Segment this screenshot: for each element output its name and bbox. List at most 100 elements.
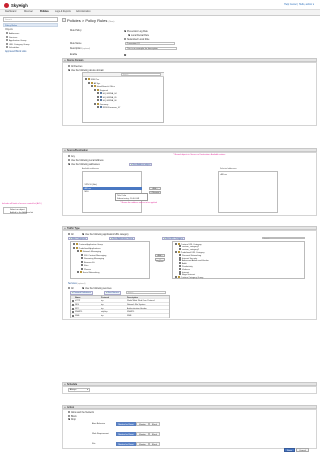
url-tree-item[interactable]: Custom Category Group: [175, 276, 203, 279]
device-domain-option-all[interactable]: All Devices: [68, 64, 82, 67]
action-option-block[interactable]: Block: [68, 414, 77, 417]
table-row[interactable]: HTTP tcp World Wide Web Over Protocol: [71, 299, 169, 303]
web-monitor-button[interactable]: Monitor: [136, 432, 149, 436]
table-row[interactable]: SMB tcp SMB: [71, 315, 169, 318]
app-tree-item[interactable]: Streaming Messaging: [81, 257, 104, 260]
address-list-item[interactable]: All Lan: [85, 188, 91, 190]
app-tree-item[interactable]: SSL Content Messaging: [81, 253, 106, 256]
device-tree-item[interactable]: HQ-SWIVA_04: [97, 92, 117, 95]
sidebar-item-addresses[interactable]: Addresses: [6, 32, 19, 35]
tab-discover[interactable]: Discover: [24, 11, 33, 13]
rule-policy-option-3[interactable]: Networked Local Rule: [124, 38, 149, 41]
tab-administration[interactable]: Administration: [76, 11, 91, 13]
tab-logs-reports[interactable]: Logs & Reports: [55, 11, 71, 13]
app-tree-item[interactable]: Files: [81, 264, 88, 267]
sidebar-item-application-group[interactable]: Application Group: [6, 39, 26, 42]
back-button[interactable]: [62, 18, 66, 22]
enable-label: Enable: [70, 54, 78, 56]
alert-monitor-button[interactable]: Monitor: [136, 422, 149, 426]
selected-address-item[interactable]: All Lan: [221, 174, 227, 176]
tab-dashboard[interactable]: Dashboard: [5, 11, 16, 13]
cancel-button[interactable]: Cancel: [296, 448, 309, 452]
save-button[interactable]: Save: [284, 448, 295, 452]
address-list-item[interactable]: VPN 16 (Net): [85, 184, 97, 186]
app-tree-item[interactable]: Social Networking: [77, 271, 99, 274]
protocol-definitions-button[interactable]: +Protocol Definitions: [70, 291, 93, 295]
app-tree-item[interactable]: Custom Application Group: [73, 243, 103, 246]
new-service-button[interactable]: +New Service: [104, 291, 121, 295]
alert-block-button[interactable]: Block: [149, 422, 160, 426]
action-option-allow[interactable]: Allow and the Network: [68, 411, 94, 414]
device-tree-item[interactable]: HQ-SWIVA_05: [97, 95, 117, 98]
alert-monitor-reset-button[interactable]: Monitor for Reset: [116, 422, 136, 426]
device-domain-option-specific[interactable]: Use the following device domain: [68, 68, 104, 71]
rule-policy-label: Rule Policy: [70, 30, 82, 32]
table-row[interactable]: RPC tcp Authentication Header: [71, 307, 169, 311]
column-header-name[interactable]: Name: [75, 297, 80, 299]
table-row[interactable]: SNMPD udp/tcp SNMPD: [71, 311, 169, 314]
traffic-add-button[interactable]: Add >: [155, 254, 165, 257]
app-tree-item[interactable]: Predefined Applications: [73, 246, 101, 249]
address-list-selection: [83, 187, 143, 191]
web-block-button[interactable]: Block: [149, 432, 160, 436]
rule-name-field[interactable]: Prevention 01: [125, 42, 175, 46]
services-option-specific[interactable]: Use the following services: [82, 287, 112, 290]
rule-policy-option-2[interactable]: Local Denial Rule: [128, 34, 149, 37]
address-list-item[interactable]: MDL: [85, 191, 89, 193]
file-monitor-button[interactable]: Monitor: [136, 442, 149, 446]
description-field[interactable]: This is an example for description: [125, 47, 177, 51]
add-address-button[interactable]: Add >: [149, 187, 161, 190]
source-annotation-left: Includes all kinds of access control lis…: [2, 203, 42, 205]
device-tree-item[interactable]: Head Branch Office: [91, 85, 115, 88]
file-label: File: [92, 443, 96, 445]
schedule-select[interactable]: Always ▾: [68, 388, 90, 392]
new-address-object-button[interactable]: +New Address object: [129, 162, 153, 166]
column-header-description[interactable]: Description: [127, 297, 138, 299]
sidebar-item-approved-block-lists[interactable]: Approved Block Lists: [5, 51, 26, 53]
rule-policy-radio-3[interactable]: [124, 38, 127, 41]
file-block-button[interactable]: Block: [149, 442, 160, 446]
app-tree-item[interactable]: Network Messaging: [77, 250, 101, 253]
source-option-default[interactable]: Use the following Local Address: [68, 159, 104, 162]
rule-policy-radio-2[interactable]: [128, 34, 131, 37]
web-monitor-reset-button[interactable]: Monitor for Reset: [116, 432, 136, 436]
file-monitor-reset-button[interactable]: Monitor for Reset: [116, 442, 136, 446]
available-addresses-label: Available addresses: [82, 168, 99, 170]
new-application-group-button[interactable]: +New Application Group: [109, 236, 136, 240]
source-annotation-mid: * Shows the address entries to be applie…: [120, 202, 157, 204]
sidebar-item-url-category-group[interactable]: URL Category Group: [6, 42, 29, 45]
remove-address-button[interactable]: < Remove: [149, 191, 161, 194]
device-tree-item[interactable]: Regional: [94, 88, 108, 91]
app-tree-item[interactable]: Browser Kit: [81, 260, 95, 263]
table-row[interactable]: NFS tcp Network File System: [71, 303, 169, 307]
rule-policy-radio-1[interactable]: [124, 30, 127, 33]
device-tree-item[interactable]: All Sys: [88, 81, 100, 84]
selected-addresses-list: All Lan: [218, 171, 278, 213]
traffic-option-all[interactable]: All: [68, 232, 74, 235]
device-tree-item[interactable]: NSM 7xx: [85, 78, 99, 81]
app-tree-item[interactable]: Phases: [81, 267, 91, 270]
traffic-search-input[interactable]: Search: [262, 236, 305, 240]
device-tree-item[interactable]: Germany: [94, 102, 108, 105]
services-search-input[interactable]: Search: [126, 291, 166, 294]
device-tree-item[interactable]: RFW-Firmware_07: [97, 106, 120, 109]
traffic-remove-button[interactable]: < Remove: [155, 258, 165, 263]
sidebar-item-schedules[interactable]: Schedules: [6, 46, 19, 49]
new-url-category-button[interactable]: +New URL Category: [162, 236, 185, 240]
source-option-specific[interactable]: Use the following addresses: [68, 163, 100, 166]
device-tree-item[interactable]: HQ-SWIVA_06: [97, 99, 117, 102]
sidebar-item-policy-rules[interactable]: Policy Rules: [3, 23, 58, 27]
tab-policies[interactable]: Policies: [40, 11, 49, 13]
device-tree-search-input[interactable]: Search: [121, 73, 161, 76]
source-option-any[interactable]: Any: [68, 155, 75, 158]
action-option-drop[interactable]: Drop: [68, 418, 76, 421]
sidebar-item-services[interactable]: Services: [6, 35, 17, 38]
top-user-links[interactable]: Help Center | Hello, admin ▾: [284, 3, 314, 6]
enable-checkbox[interactable]: [124, 54, 127, 57]
web-categories-button[interactable]: +Web Categories: [68, 236, 88, 240]
traffic-option-specific[interactable]: Use the following application/URL catego…: [82, 232, 129, 235]
column-header-protocol[interactable]: Protocol: [101, 297, 109, 299]
services-option-all[interactable]: All: [68, 287, 74, 290]
rule-policy-option-1[interactable]: Prevention Log Rule: [124, 30, 148, 33]
sidebar-search-input[interactable]: Search: [3, 17, 58, 22]
